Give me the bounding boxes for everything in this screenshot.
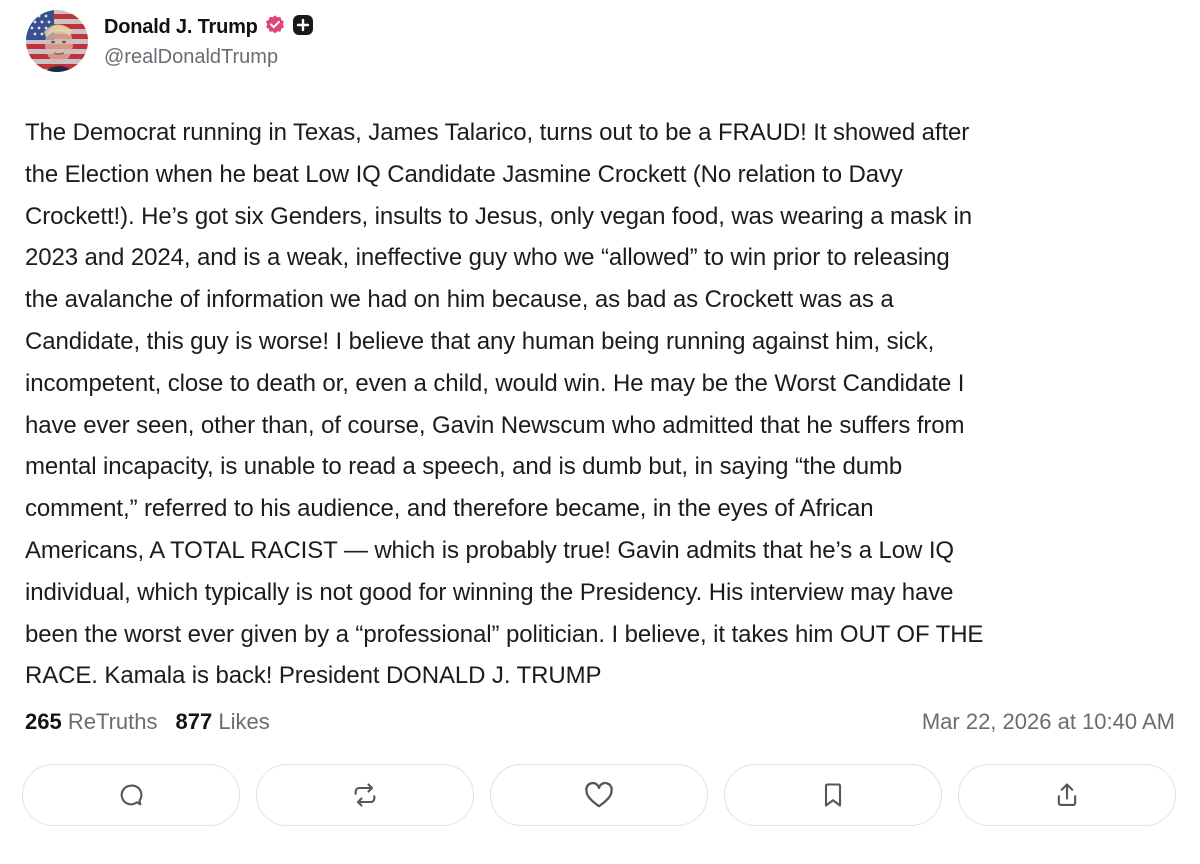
like-button[interactable] — [490, 764, 708, 826]
reply-button[interactable] — [22, 764, 240, 826]
truth-post: Donald J. Trump @realDonaldTrump The Dem… — [0, 0, 1200, 864]
retruths-stat[interactable]: 265 ReTruths — [25, 709, 158, 735]
bookmark-icon — [824, 783, 842, 807]
avatar-image — [26, 10, 88, 72]
post-line: individual, which typically is not good … — [25, 578, 954, 606]
likes-count: 877 — [175, 709, 213, 734]
display-name[interactable]: Donald J. Trump — [104, 16, 258, 39]
plus-badge-icon — [292, 14, 314, 41]
post-timestamp[interactable]: Mar 22, 2026 at 10:40 AM — [922, 709, 1175, 735]
bookmark-button[interactable] — [724, 764, 942, 826]
post-body: The Democrat running in Texas, James Tal… — [25, 112, 1175, 697]
post-line: been the worst ever given by a “professi… — [25, 620, 984, 648]
likes-label: Likes — [218, 709, 270, 734]
post-stats: 265 ReTruths 877 Likes — [25, 709, 270, 735]
post-line: the avalanche of information we had on h… — [25, 286, 894, 314]
heart-icon — [585, 781, 613, 808]
verified-badge-icon — [264, 14, 286, 41]
post-line: 2023 and 2024, and is a weak, ineffectiv… — [25, 244, 950, 272]
retruths-count: 265 — [25, 709, 62, 734]
post-line: Americans, A TOTAL RACIST — which is pro… — [25, 536, 954, 564]
post-line: Crockett!). He’s got six Genders, insult… — [25, 202, 972, 230]
action-bar — [22, 764, 1176, 826]
author-row: Donald J. Trump — [104, 13, 314, 41]
retruth-icon — [354, 783, 376, 807]
post-line: Candidate, this guy is worse! I believe … — [25, 327, 935, 355]
post-line: have ever seen, other than, of course, G… — [25, 411, 965, 439]
share-button[interactable] — [958, 764, 1176, 826]
post-line: comment,” referred to his audience, and … — [25, 495, 874, 523]
share-icon — [1057, 783, 1077, 806]
retruth-button[interactable] — [256, 764, 474, 826]
post-line: The Democrat running in Texas, James Tal… — [25, 119, 970, 146]
avatar[interactable] — [26, 10, 88, 72]
post-line: the Election when he beat Low IQ Candida… — [25, 160, 903, 188]
post-line: mental incapacity, is unable to read a s… — [25, 453, 903, 481]
post-line: incompetent, close to death or, even a c… — [25, 369, 965, 397]
handle[interactable]: @realDonaldTrump — [104, 46, 278, 69]
likes-stat[interactable]: 877 Likes — [176, 709, 270, 735]
retruths-label: ReTruths — [67, 709, 158, 734]
reply-icon — [120, 784, 143, 806]
post-line: RACE. Kamala is back! President DONALD J… — [25, 662, 602, 690]
